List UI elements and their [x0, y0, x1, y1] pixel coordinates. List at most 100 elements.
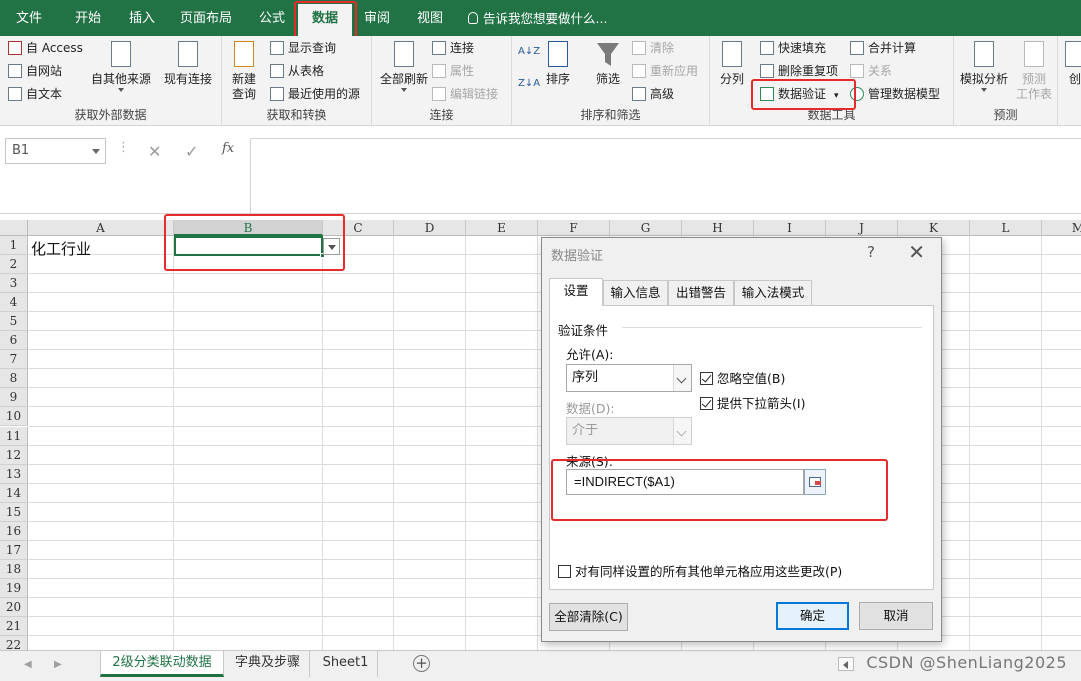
close-icon[interactable]: ✕: [908, 240, 925, 264]
prev-sheet-icon[interactable]: ◀: [24, 659, 32, 670]
row-header-17[interactable]: 17: [0, 541, 28, 560]
show-queries-button[interactable]: 显示查询: [270, 38, 336, 58]
create-group-button[interactable]: 创: [1060, 40, 1081, 87]
from-other-sources-button[interactable]: 自其他来源: [88, 40, 154, 92]
reapply-button[interactable]: 重新应用: [632, 61, 698, 81]
connections-button[interactable]: 连接: [432, 38, 474, 58]
recent-sources-button[interactable]: 最近使用的源: [270, 84, 360, 104]
tab-ime-mode[interactable]: 输入法模式: [734, 280, 812, 305]
row-header-14[interactable]: 14: [0, 484, 28, 503]
sort-desc-icon[interactable]: Z↓A: [518, 74, 540, 94]
properties-button[interactable]: 属性: [432, 61, 474, 81]
help-icon[interactable]: ?: [867, 243, 875, 261]
scroll-left-button[interactable]: [838, 657, 854, 671]
filter-button[interactable]: 筛选: [590, 40, 626, 87]
from-text-button[interactable]: 自文本: [8, 84, 62, 104]
tab-data[interactable]: 数据: [298, 4, 352, 36]
column-header-c[interactable]: C: [323, 220, 394, 236]
confirm-entry-icon[interactable]: ✓: [185, 142, 198, 161]
remove-duplicates-button[interactable]: 删除重复项: [760, 61, 838, 81]
new-query-button[interactable]: 新建 查询: [224, 40, 264, 102]
tab-file[interactable]: 文件: [8, 8, 50, 30]
column-header-e[interactable]: E: [466, 220, 538, 236]
tab-settings[interactable]: 设置: [549, 278, 603, 306]
manage-data-model-button[interactable]: 管理数据模型: [850, 84, 940, 104]
column-header-b[interactable]: B: [174, 220, 323, 236]
apply-all-checkbox[interactable]: 对有同样设置的所有其他单元格应用这些更改(P): [558, 561, 842, 580]
tell-me-search[interactable]: 告诉我您想要做什么...: [468, 8, 607, 30]
row-header-2[interactable]: 2: [0, 255, 28, 274]
row-header-6[interactable]: 6: [0, 331, 28, 350]
row-header-7[interactable]: 7: [0, 350, 28, 369]
row-header-15[interactable]: 15: [0, 503, 28, 522]
name-box[interactable]: B1: [5, 138, 106, 164]
source-input[interactable]: =INDIRECT($A1): [566, 469, 804, 495]
sort-asc-icon[interactable]: A↓Z: [518, 42, 540, 62]
refresh-all-button[interactable]: 全部刷新: [374, 40, 434, 92]
cell-dropdown-button[interactable]: [323, 238, 340, 255]
consolidate-button[interactable]: 合并计算: [850, 38, 916, 58]
sheet-tab-dictionary[interactable]: 字典及步骤: [226, 651, 310, 677]
row-header-16[interactable]: 16: [0, 522, 28, 541]
flash-fill-button[interactable]: 快速填充: [760, 38, 826, 58]
column-header-d[interactable]: D: [394, 220, 466, 236]
tab-formulas[interactable]: 公式: [250, 8, 294, 30]
row-header-22[interactable]: 22: [0, 636, 28, 650]
advanced-filter-button[interactable]: 高级: [632, 84, 674, 104]
tab-home[interactable]: 开始: [66, 8, 110, 30]
sheet-tab-sheet1[interactable]: Sheet1: [314, 651, 378, 677]
clear-filter-button[interactable]: 清除: [632, 38, 674, 58]
data-select[interactable]: 介于: [566, 417, 692, 445]
tab-review[interactable]: 审阅: [356, 8, 398, 30]
range-picker-icon[interactable]: [804, 469, 826, 495]
row-header-5[interactable]: 5: [0, 312, 28, 331]
add-sheet-icon[interactable]: +: [413, 655, 430, 672]
cancel-button[interactable]: 取消: [859, 602, 933, 630]
ignore-blank-checkbox[interactable]: 忽略空值(B): [700, 368, 785, 387]
row-header-19[interactable]: 19: [0, 579, 28, 598]
column-header-k[interactable]: K: [898, 220, 970, 236]
forecast-sheet-button[interactable]: 预测 工作表: [1012, 40, 1056, 102]
row-header-20[interactable]: 20: [0, 598, 28, 617]
ok-button[interactable]: 确定: [776, 602, 849, 630]
existing-connections-button[interactable]: 现有连接: [160, 40, 216, 87]
tab-insert[interactable]: 插入: [120, 8, 164, 30]
cancel-entry-icon[interactable]: ✕: [148, 142, 161, 161]
from-access-button[interactable]: 自 Access: [8, 38, 83, 58]
data-validation-button[interactable]: 数据验证 ▾: [760, 84, 839, 104]
column-header-g[interactable]: G: [610, 220, 682, 236]
from-table-button[interactable]: 从表格: [270, 61, 324, 81]
row-header-21[interactable]: 21: [0, 617, 28, 636]
edit-links-button[interactable]: 编辑链接: [432, 84, 498, 104]
row-header-18[interactable]: 18: [0, 560, 28, 579]
row-header-8[interactable]: 8: [0, 369, 28, 388]
cell-b1-selected[interactable]: [174, 236, 325, 258]
sheet-tab-active[interactable]: 2级分类联动数据: [100, 651, 224, 677]
clear-all-button[interactable]: 全部清除(C): [549, 603, 628, 631]
row-header-9[interactable]: 9: [0, 388, 28, 407]
row-header-10[interactable]: 10: [0, 407, 28, 426]
tab-view[interactable]: 视图: [408, 8, 452, 30]
row-header-11[interactable]: 11: [0, 427, 28, 446]
next-sheet-icon[interactable]: ▶: [54, 659, 62, 670]
in-cell-dropdown-checkbox[interactable]: 提供下拉箭头(I): [700, 393, 805, 412]
allow-select[interactable]: 序列: [566, 364, 692, 392]
column-header-j[interactable]: J: [826, 220, 898, 236]
column-header-h[interactable]: H: [682, 220, 754, 236]
column-header-a[interactable]: A: [28, 220, 174, 236]
row-header-4[interactable]: 4: [0, 293, 28, 312]
column-header-f[interactable]: F: [538, 220, 610, 236]
from-web-button[interactable]: 自网站: [8, 61, 62, 81]
row-header-1[interactable]: 1: [0, 236, 28, 255]
sort-button[interactable]: 排序: [540, 40, 576, 87]
row-header-13[interactable]: 13: [0, 465, 28, 484]
formula-input[interactable]: [250, 138, 1081, 214]
column-header-i[interactable]: I: [754, 220, 826, 236]
row-header-12[interactable]: 12: [0, 446, 28, 465]
what-if-analysis-button[interactable]: 模拟分析: [956, 40, 1012, 92]
row-header-3[interactable]: 3: [0, 274, 28, 293]
tab-error-alert[interactable]: 出错警告: [668, 280, 734, 305]
text-to-columns-button[interactable]: 分列: [714, 40, 750, 87]
insert-function-icon[interactable]: fx: [222, 141, 234, 156]
column-header-l[interactable]: L: [970, 220, 1042, 236]
